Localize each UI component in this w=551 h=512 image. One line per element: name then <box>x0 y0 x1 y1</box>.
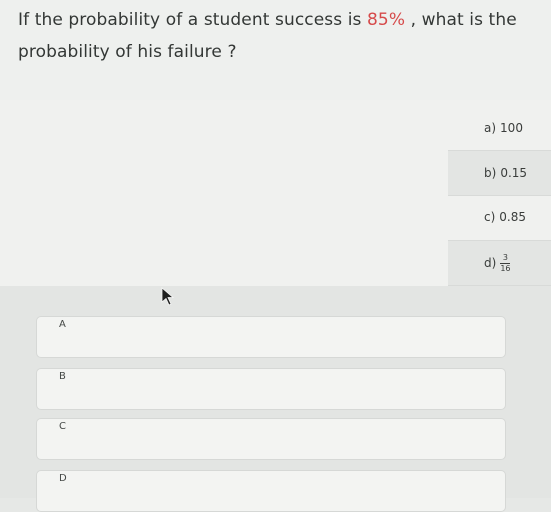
option-c-letter: c) <box>484 210 496 224</box>
answer-label-d: D <box>59 473 67 484</box>
option-c-value: 0.85 <box>499 210 526 224</box>
option-a: a) 100 <box>448 106 551 150</box>
answer-label-c: C <box>59 421 66 432</box>
option-a-letter: a) <box>484 121 497 135</box>
answer-button-d[interactable]: D <box>36 470 506 512</box>
answer-button-b[interactable]: B <box>36 368 506 410</box>
option-b: b) 0.15 <box>448 150 551 196</box>
option-d-fraction: 3 16 <box>500 252 511 273</box>
answer-button-c[interactable]: C <box>36 418 506 460</box>
option-d-letter: d) <box>484 256 497 270</box>
option-d: d) 3 16 <box>448 240 551 286</box>
option-a-value: 100 <box>500 121 523 135</box>
mouse-pointer-icon <box>161 287 175 306</box>
answer-choices: A B C D <box>0 286 551 512</box>
fraction-denominator: 16 <box>500 263 511 273</box>
question-text-start: If the probability of a student success … <box>18 10 367 30</box>
answer-label-b: B <box>59 371 66 382</box>
option-b-letter: b) <box>484 166 497 180</box>
fraction-numerator: 3 <box>502 252 508 262</box>
options-panel: a) 100 b) 0.15 c) 0.85 d) 3 16 <box>0 100 551 286</box>
answer-label-a: A <box>59 319 66 330</box>
question-text: If the probability of a student success … <box>18 4 546 68</box>
option-c: c) 0.85 <box>448 195 551 239</box>
question-percentage: 85% <box>367 10 406 30</box>
answer-button-a[interactable]: A <box>36 316 506 358</box>
option-b-value: 0.15 <box>500 166 528 180</box>
